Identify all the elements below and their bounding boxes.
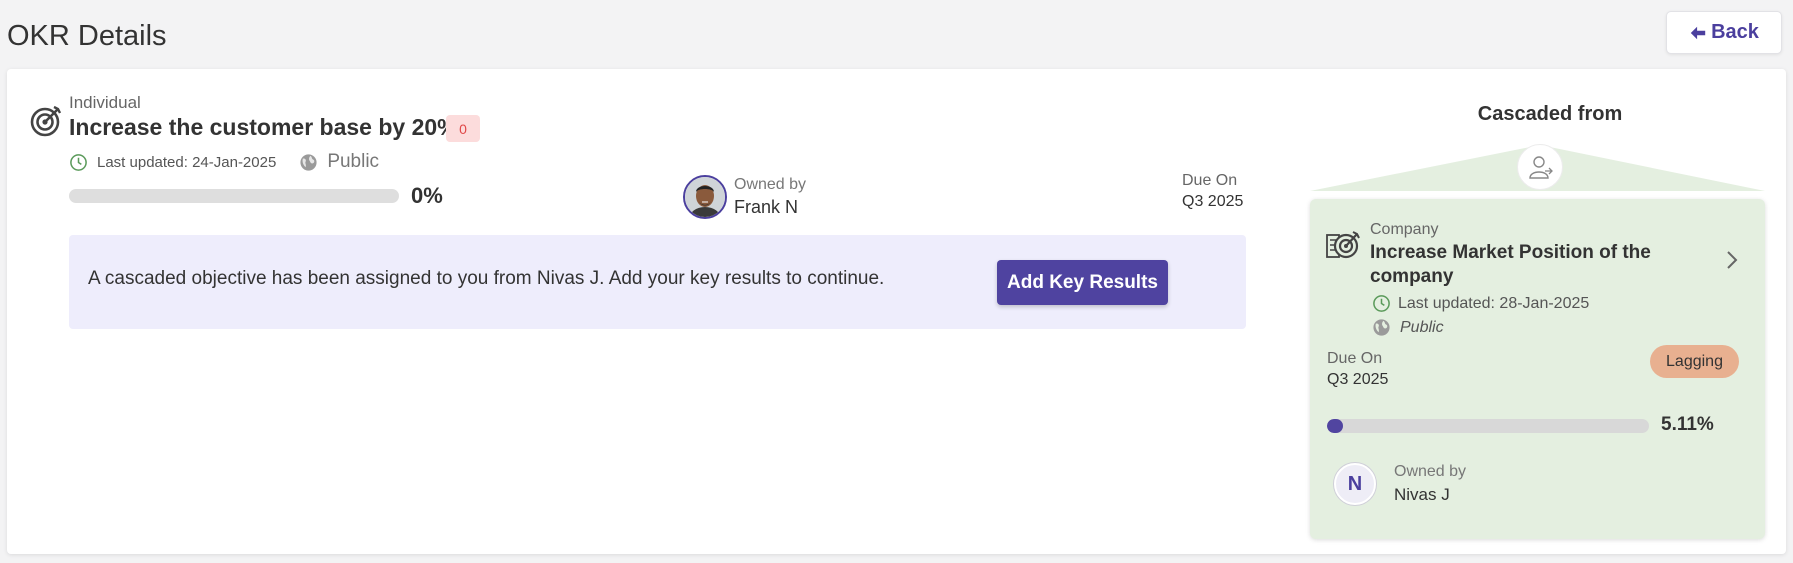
add-key-results-button[interactable]: Add Key Results [997,260,1168,305]
status-badge: Lagging [1650,345,1739,378]
cascaded-due-label: Due On [1327,350,1383,367]
count-badge: 0 [446,115,480,142]
cascaded-progress-bar [1327,419,1649,433]
back-button[interactable]: Back [1666,11,1782,54]
clock-icon [1373,295,1390,312]
cascaded-objective-type: Company [1370,221,1439,238]
chevron-right-icon[interactable] [1725,249,1739,271]
cascaded-objective-title: Increase Market Position of the company [1370,242,1651,287]
cascaded-objective-card[interactable]: Company Increase Market Position of the … [1310,199,1765,539]
due-value: Q3 2025 [1182,193,1244,210]
owner-avatar[interactable] [683,175,727,219]
objective-progress-percent: 0% [411,183,443,208]
avatar[interactable]: N [1334,463,1376,505]
due-label: Due On [1182,172,1238,189]
cascaded-last-updated-text: Last updated: 28-Jan-2025 [1398,294,1590,312]
globe-icon [300,153,317,171]
arrow-left-icon [1690,26,1706,39]
user-cascade-icon [1529,156,1553,179]
cascade-alert: A cascaded objective has been assigned t… [69,235,1246,329]
person-photo-icon [685,177,725,217]
cascaded-progress-percent: 5.11% [1661,414,1714,435]
cascaded-owner-name: Nivas J [1394,485,1450,504]
page-title: OKR Details [7,20,167,52]
globe-icon [1373,319,1390,336]
objective-progress-bar [69,189,399,203]
objective-title: Increase the customer base by 20%. [69,114,465,140]
clock-icon [70,153,87,171]
cascaded-visibility-text: Public [1400,318,1444,336]
cascaded-owner-label: Owned by [1394,463,1467,480]
back-button-label: Back [1711,21,1759,43]
cascaded-from-heading: Cascaded from [1477,103,1623,125]
objective-type: Individual [69,93,141,112]
owner-name: Frank N [734,197,799,217]
objective-meta: Last updated: 24-Jan-2025 Public [69,151,379,173]
cascaded-progress-fill [1327,419,1344,433]
okr-details-card: Individual Increase the customer base by… [7,69,1786,554]
parent-objective-marker [1517,144,1563,190]
company-target-icon [1326,231,1360,259]
cascaded-due-value: Q3 2025 [1327,371,1389,388]
last-updated-text: Last updated: 24-Jan-2025 [97,153,277,171]
cascaded-last-updated: Last updated: 28-Jan-2025 [1372,294,1589,313]
target-icon [30,105,62,137]
visibility-text: Public [327,151,380,172]
cascaded-visibility: Public [1372,318,1444,337]
cascade-alert-message: A cascaded objective has been assigned t… [88,268,885,289]
owner-label: Owned by [734,176,807,193]
